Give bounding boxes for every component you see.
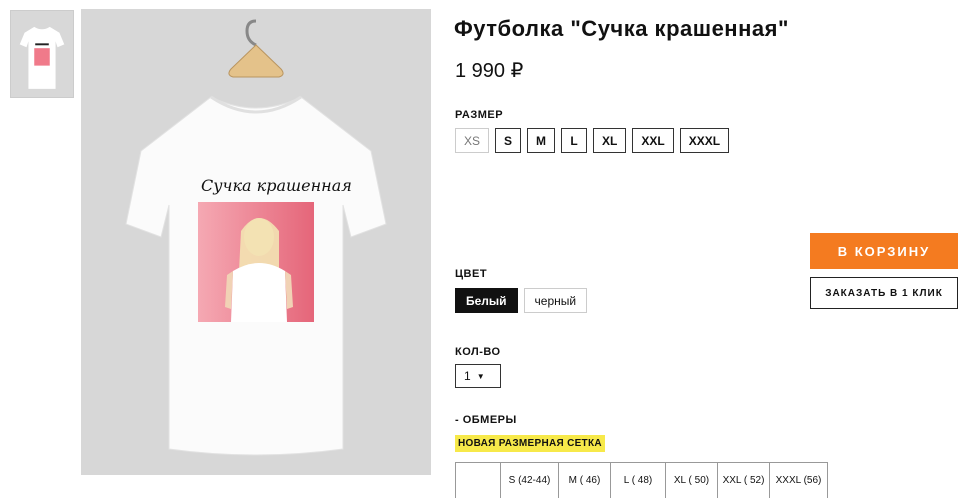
product-title: Футболка "Сучка крашенная": [454, 16, 789, 41]
size-label: РАЗМЕР: [455, 109, 504, 121]
size-selector: XS S M L XL XXL XXXL: [455, 128, 730, 153]
table-header-cell: L ( 48): [610, 462, 666, 498]
tshirt-thumbnail-image: [11, 11, 73, 97]
size-option-s[interactable]: S: [495, 128, 522, 153]
size-option-l[interactable]: L: [561, 128, 588, 153]
color-option-white[interactable]: Белый: [455, 288, 518, 313]
table-header-cell: M ( 46): [558, 462, 611, 498]
size-option-xl[interactable]: XL: [593, 128, 627, 153]
table-row: S (42-44) M ( 46) L ( 48) XL ( 50) XXL (…: [455, 462, 828, 498]
add-to-cart-button[interactable]: В КОРЗИНУ: [810, 233, 958, 269]
table-header-cell: XL ( 50): [665, 462, 718, 498]
chevron-down-icon: ▼: [476, 371, 485, 381]
size-option-xs[interactable]: XS: [455, 128, 490, 153]
measurements-toggle[interactable]: - ОБМЕРЫ: [455, 414, 517, 426]
new-size-chart-link[interactable]: НОВАЯ РАЗМЕРНАЯ СЕТКА: [455, 435, 605, 452]
print-caption: Сучка крашенная: [201, 176, 352, 195]
color-option-black[interactable]: черный: [523, 288, 588, 313]
size-option-xxxl[interactable]: XXXL: [679, 128, 730, 153]
table-header-cell: XXL ( 52): [717, 462, 770, 498]
table-corner-cell: [455, 462, 501, 498]
tshirt-image: [81, 9, 431, 475]
one-click-order-button[interactable]: ЗАКАЗАТЬ В 1 КЛИК: [810, 277, 958, 309]
color-label: ЦВЕТ: [455, 268, 488, 280]
color-selector: Белый черный: [455, 288, 588, 313]
table-header-cell: S (42-44): [500, 462, 559, 498]
size-option-xxl[interactable]: XXL: [632, 128, 674, 153]
table-header-cell: XXXL (56): [769, 462, 828, 498]
product-price: 1 990 ₽: [455, 60, 524, 82]
quantity-select[interactable]: 1 ▼: [455, 364, 501, 388]
measurements-table: S (42-44) M ( 46) L ( 48) XL ( 50) XXL (…: [455, 462, 828, 498]
product-thumbnail[interactable]: [10, 10, 74, 98]
quantity-value: 1: [464, 369, 471, 383]
quantity-label: КОЛ-ВО: [455, 346, 501, 358]
size-option-m[interactable]: M: [527, 128, 556, 153]
product-photo: [81, 9, 431, 475]
